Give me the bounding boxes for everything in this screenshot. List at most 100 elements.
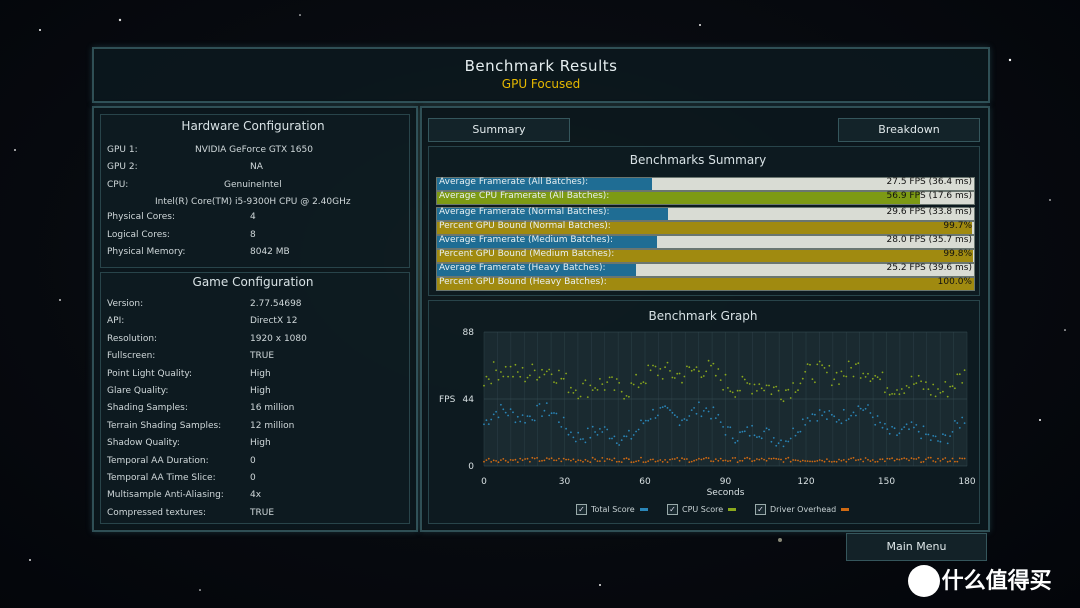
- series-point-1: [584, 379, 587, 382]
- series-point-0: [628, 429, 630, 432]
- series-point-1: [748, 383, 751, 385]
- series-point-1: [857, 362, 860, 365]
- y-tick-label: 88: [463, 328, 475, 338]
- series-point-2: [905, 458, 908, 460]
- checkbox-driver[interactable]: ✓: [755, 504, 766, 515]
- series-point-1: [900, 388, 903, 390]
- checkbox-cpu[interactable]: ✓: [667, 504, 678, 515]
- series-point-1: [925, 381, 927, 383]
- series-point-0: [748, 434, 751, 437]
- series-point-0: [958, 427, 961, 429]
- series-point-1: [565, 372, 567, 375]
- series-point-0: [799, 430, 802, 433]
- series-point-0: [649, 418, 652, 420]
- series-point-1: [937, 388, 939, 390]
- series-point-0: [869, 412, 872, 414]
- series-point-2: [504, 459, 507, 462]
- checkbox-total[interactable]: ✓: [576, 504, 587, 515]
- series-point-2: [893, 459, 896, 462]
- series-point-2: [731, 457, 734, 459]
- series-point-0: [676, 416, 679, 418]
- series-point-0: [698, 401, 700, 404]
- series-point-1: [543, 373, 546, 376]
- series-point-1: [915, 382, 918, 384]
- series-point-2: [922, 460, 925, 463]
- series-point-2: [896, 458, 898, 461]
- series-point-0: [893, 427, 896, 430]
- series-point-1: [514, 363, 517, 366]
- series-point-0: [828, 410, 831, 412]
- series-point-2: [913, 458, 915, 460]
- series-point-2: [792, 459, 794, 461]
- series-point-0: [770, 440, 773, 443]
- series-point-0: [789, 437, 792, 440]
- series-point-2: [529, 460, 531, 463]
- series-point-2: [758, 458, 761, 461]
- series-point-2: [565, 458, 567, 461]
- series-point-0: [601, 431, 604, 433]
- series-point-1: [770, 393, 773, 396]
- series-point-2: [765, 459, 768, 462]
- series-point-1: [886, 387, 889, 389]
- series-point-0: [565, 427, 567, 430]
- series-point-1: [669, 370, 671, 372]
- series-point-2: [787, 456, 790, 459]
- series-point-1: [495, 369, 497, 372]
- series-point-2: [632, 461, 635, 463]
- series-point-2: [577, 459, 580, 461]
- series-point-2: [954, 460, 956, 463]
- series-point-0: [538, 403, 541, 405]
- series-point-1: [893, 393, 896, 395]
- series-point-1: [702, 375, 705, 377]
- series-point-1: [623, 397, 625, 400]
- series-point-2: [826, 458, 828, 460]
- series-point-2: [620, 461, 623, 463]
- legend-driver[interactable]: ✓ Driver Overhead: [755, 504, 850, 515]
- series-point-0: [693, 407, 695, 409]
- series-point-0: [862, 409, 865, 411]
- series-point-1: [589, 384, 592, 387]
- series-point-0: [659, 407, 662, 409]
- series-point-2: [519, 457, 522, 460]
- series-point-0: [504, 411, 507, 414]
- series-point-2: [719, 457, 722, 460]
- series-point-2: [487, 457, 490, 460]
- series-point-1: [929, 394, 932, 396]
- series-point-1: [816, 363, 819, 366]
- series-point-0: [707, 410, 710, 413]
- series-point-2: [840, 459, 843, 462]
- series-point-1: [954, 387, 956, 390]
- series-point-2: [664, 459, 666, 461]
- main-menu-button[interactable]: Main Menu: [846, 533, 987, 561]
- series-point-1: [504, 365, 507, 368]
- series-point-0: [647, 419, 650, 422]
- series-point-1: [862, 372, 865, 375]
- series-point-2: [625, 457, 628, 460]
- series-point-1: [630, 382, 633, 384]
- series-point-2: [516, 461, 519, 463]
- series-point-0: [949, 435, 951, 437]
- legend-driver-swatch: [841, 508, 850, 511]
- legend-cpu[interactable]: ✓ CPU Score: [667, 504, 737, 515]
- series-point-2: [567, 458, 570, 461]
- legend-total[interactable]: ✓ Total Score: [576, 504, 648, 515]
- series-point-1: [695, 366, 698, 368]
- series-point-0: [874, 423, 877, 426]
- series-point-0: [908, 428, 910, 431]
- series-point-2: [688, 461, 691, 463]
- series-point-0: [903, 426, 906, 428]
- series-point-2: [654, 460, 657, 463]
- series-point-2: [908, 459, 910, 462]
- series-point-2: [618, 460, 621, 463]
- series-point-1: [847, 360, 850, 363]
- series-point-0: [816, 420, 819, 422]
- series-point-2: [772, 457, 775, 460]
- x-tick-label: 0: [481, 477, 487, 487]
- series-point-2: [538, 460, 541, 462]
- series-point-1: [594, 387, 596, 389]
- series-point-0: [640, 419, 642, 422]
- legend-total-swatch: [639, 508, 648, 511]
- series-point-0: [859, 407, 862, 410]
- series-point-0: [594, 431, 596, 433]
- series-point-1: [731, 391, 734, 394]
